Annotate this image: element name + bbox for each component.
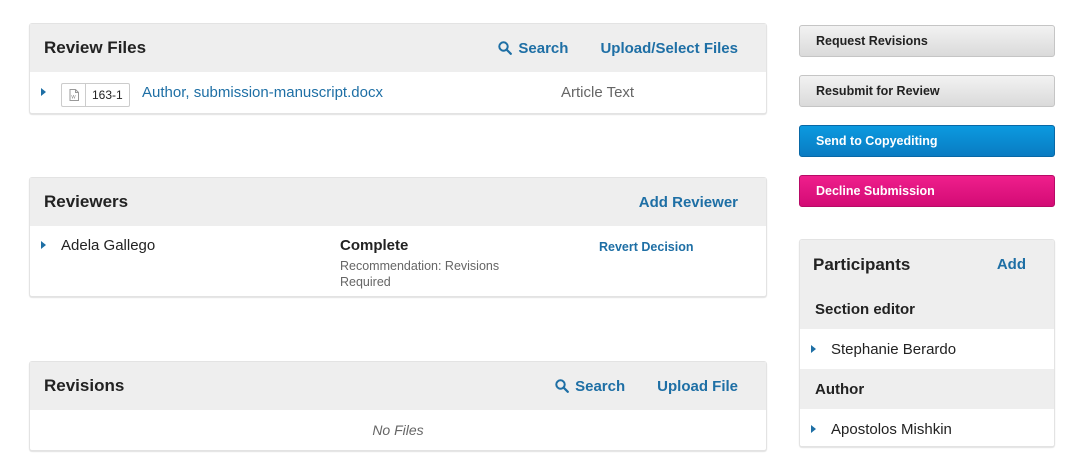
file-type: Article Text xyxy=(561,84,635,101)
add-reviewer-button[interactable]: Add Reviewer xyxy=(639,194,738,211)
expand-caret-icon[interactable] xyxy=(41,241,46,249)
reviewers-panel: Reviewers Add Reviewer Adela Gallego Com… xyxy=(29,177,767,297)
reviewer-name: Adela Gallego xyxy=(61,237,156,254)
file-id: 163-1 xyxy=(85,83,130,107)
review-files-search-button[interactable]: Search xyxy=(498,40,568,57)
search-icon xyxy=(498,41,513,55)
revisions-title: Revisions xyxy=(44,376,125,395)
participants-header: Participants Add xyxy=(800,240,1054,289)
upload-file-button[interactable]: Upload File xyxy=(657,378,738,395)
participant-group-author: Author xyxy=(800,369,1054,409)
review-status: Complete xyxy=(340,237,409,254)
review-recommendation: Recommendation: Revisions Required xyxy=(340,259,500,289)
participant-item[interactable]: Stephanie Berardo xyxy=(800,329,1054,369)
participants-panel: Participants Add Section editor Stephani… xyxy=(799,239,1055,447)
review-files-panel: Review Files Search Upload/Select Files … xyxy=(29,23,767,114)
add-participant-button[interactable]: Add xyxy=(997,256,1026,273)
participant-item[interactable]: Apostolos Mishkin xyxy=(800,409,1054,446)
revisions-empty-message: No Files xyxy=(372,422,424,438)
revert-decision-link[interactable]: Revert Decision xyxy=(599,240,693,254)
participant-group-section-editor: Section editor xyxy=(800,289,1054,329)
upload-select-files-button[interactable]: Upload/Select Files xyxy=(600,40,738,57)
file-row: W 163-1 Author, submission-manuscript.do… xyxy=(30,72,766,114)
svg-text:W: W xyxy=(71,95,76,101)
participant-name: Stephanie Berardo xyxy=(831,340,957,358)
reviewer-row: Adela Gallego Complete Recommendation: R… xyxy=(30,226,766,296)
participants-title: Participants xyxy=(813,254,911,274)
search-icon xyxy=(555,379,570,393)
send-to-copyediting-button[interactable]: Send to Copyediting xyxy=(799,125,1055,157)
review-files-search-label: Search xyxy=(518,39,569,57)
expand-caret-icon[interactable] xyxy=(811,345,816,353)
file-name-link[interactable]: Author, submission-manuscript.docx xyxy=(142,84,383,101)
review-files-title: Review Files xyxy=(44,38,147,57)
decline-submission-button[interactable]: Decline Submission xyxy=(799,175,1055,207)
participant-name: Apostolos Mishkin xyxy=(831,420,952,438)
reviewers-header: Reviewers Add Reviewer xyxy=(30,178,766,226)
revisions-search-label: Search xyxy=(575,377,626,395)
revisions-panel: Revisions Search Upload File No Files xyxy=(29,361,767,451)
review-files-header: Review Files Search Upload/Select Files xyxy=(30,24,766,72)
reviewers-title: Reviewers xyxy=(44,192,129,211)
request-revisions-button[interactable]: Request Revisions xyxy=(799,25,1055,57)
document-icon: W xyxy=(61,83,85,107)
expand-caret-icon[interactable] xyxy=(811,425,816,433)
revisions-header: Revisions Search Upload File xyxy=(30,362,766,410)
revisions-search-button[interactable]: Search xyxy=(555,378,625,395)
expand-caret-icon[interactable] xyxy=(41,88,46,96)
resubmit-for-review-button[interactable]: Resubmit for Review xyxy=(799,75,1055,107)
